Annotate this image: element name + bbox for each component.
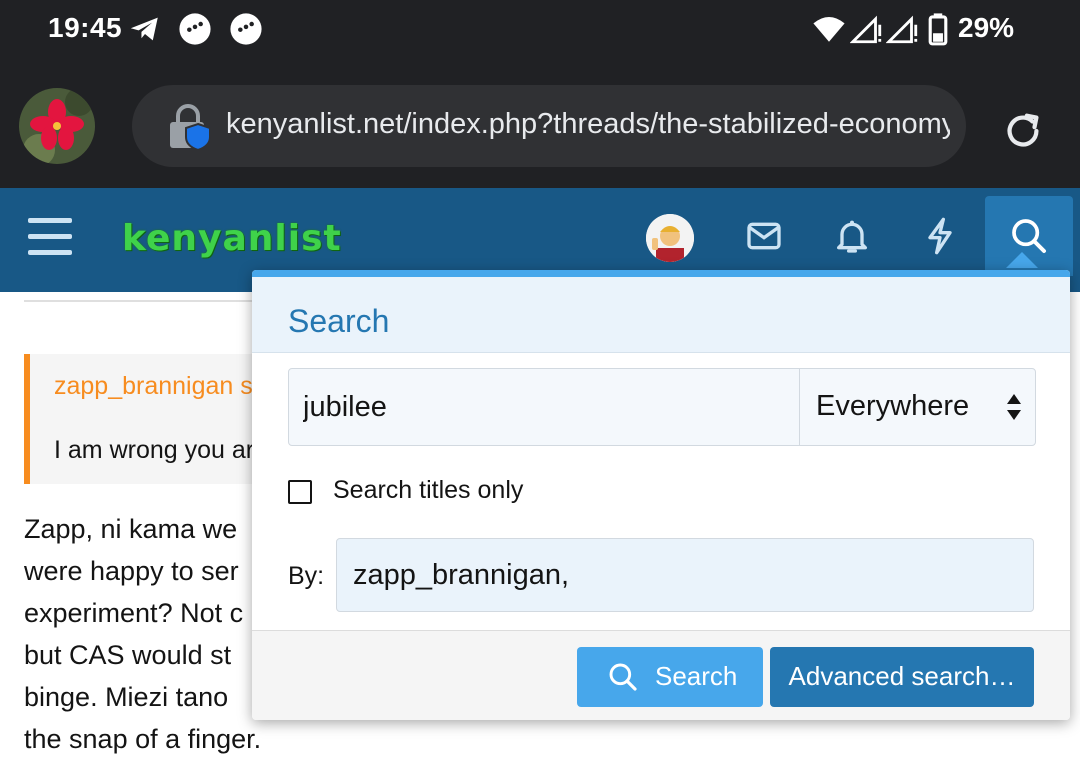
hamburger-menu-icon[interactable] [28,218,72,258]
site-logo[interactable]: kenyanlist [122,218,342,259]
search-icon[interactable] [1009,216,1049,256]
lightning-icon[interactable] [920,216,960,256]
advanced-search-button[interactable]: Advanced search… [770,647,1034,707]
search-button-label: Search [655,661,738,691]
search-input[interactable] [289,369,799,445]
advanced-search-label: Advanced search… [788,661,1016,691]
post-text-line: but CAS would st [24,640,232,670]
signal-icon [886,15,918,44]
popup-caret [1006,252,1038,268]
quote-author[interactable]: zapp_brannigan s [54,372,253,401]
select-arrows-icon [1007,394,1021,420]
search-icon [609,663,637,691]
reload-icon[interactable] [1000,108,1046,154]
wifi-icon [813,16,845,42]
quote-text: I am wrong you ar [54,436,255,464]
post-text-line: binge. Miezi tano [24,682,229,712]
content-divider [24,300,264,302]
url-text[interactable]: kenyanlist.net/index.php?threads/the-sta… [226,108,950,141]
titles-only-label[interactable]: Search titles only [333,476,523,505]
popup-accent-bar [252,270,1070,277]
battery-percent: 29% [958,12,1015,43]
user-avatar[interactable] [646,214,694,262]
post-text-line: experiment? Not c [24,598,244,628]
profile-avatar[interactable] [19,88,95,164]
lock-shield-icon[interactable] [168,104,212,150]
popup-footer: Search Advanced search… [252,630,1070,720]
search-button[interactable]: Search [577,647,763,707]
popup-title: Search [288,303,390,339]
by-member-input[interactable] [336,538,1034,612]
search-scope-select[interactable]: Everywhere [799,369,1035,445]
search-query-group: Everywhere [288,368,1036,446]
popup-header: Search [252,277,1070,353]
search-scope-value: Everywhere [816,390,970,422]
chat-bubble-icon [179,13,211,45]
search-popup: Search Everywhere Search titles only By:… [252,270,1070,720]
signal-icon [850,15,882,44]
titles-only-checkbox[interactable] [288,480,312,504]
telegram-icon [130,17,158,41]
post-text-line: the snap of a finger. [24,724,262,754]
chat-bubble-icon [230,13,262,45]
post-text-line: Zapp, ni kama we [24,514,238,544]
bell-icon[interactable] [832,216,872,256]
status-bar: 19:45 29% [0,0,1080,60]
status-time: 19:45 [48,12,123,43]
post-text-line: were happy to ser [24,556,239,586]
by-label: By: [288,562,325,590]
battery-icon [928,13,948,46]
envelope-icon[interactable] [744,216,784,256]
